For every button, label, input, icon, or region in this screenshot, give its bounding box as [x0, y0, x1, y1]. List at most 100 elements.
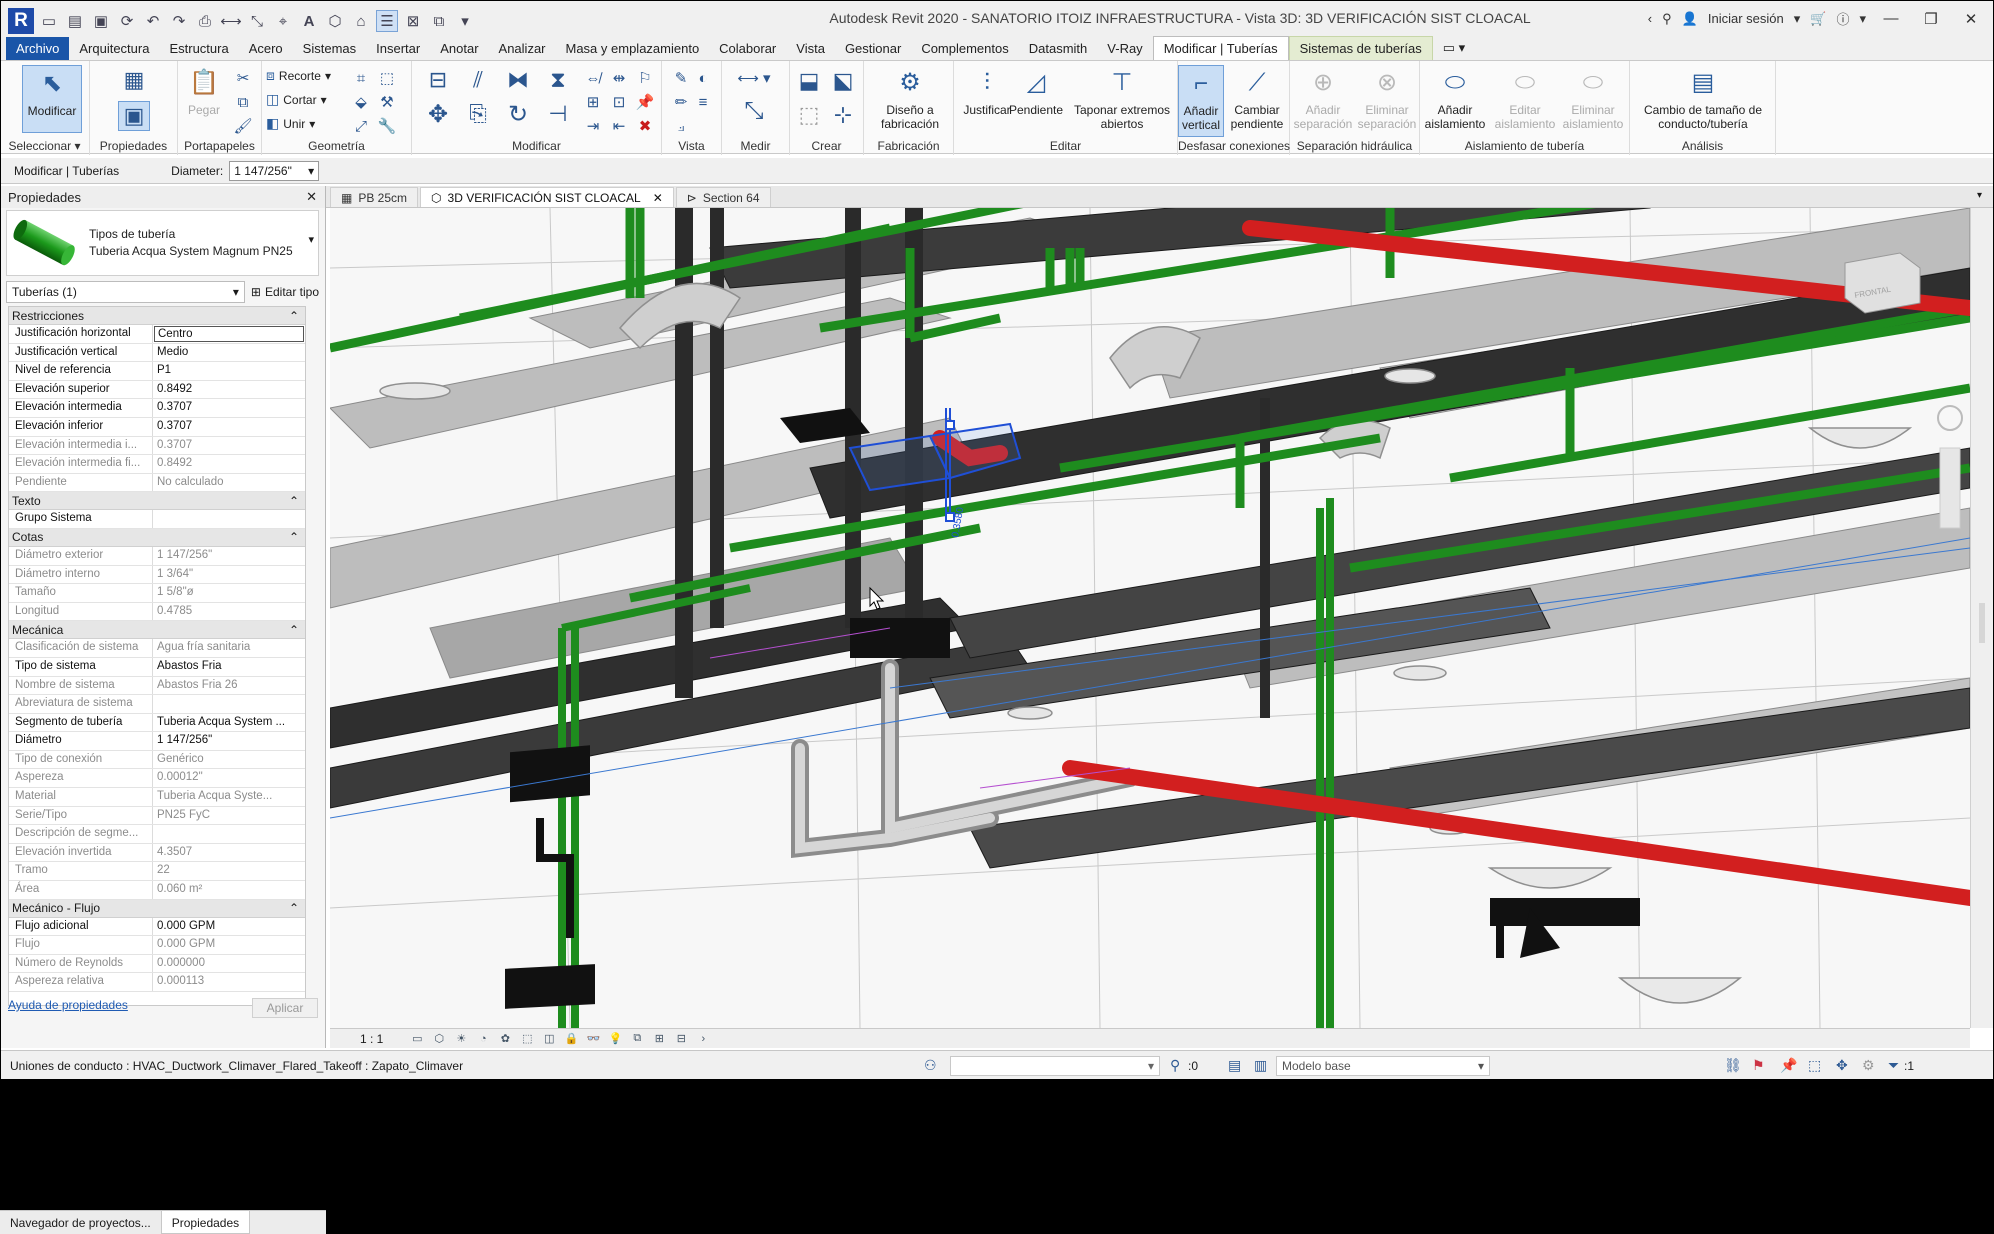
dimension-icon[interactable]: ⤡ — [246, 10, 268, 32]
property-value[interactable]: P1 — [153, 362, 305, 380]
property-value[interactable]: Tuberia Acqua System ... — [153, 714, 305, 732]
tab-archivo[interactable]: Archivo — [6, 36, 70, 60]
binoculars-icon[interactable]: ⚲ — [1662, 11, 1672, 27]
panel-label-seleccionar[interactable]: Seleccionar ▾ — [0, 139, 89, 153]
detail-level-icon[interactable]: ▭ — [409, 1032, 425, 1046]
tab-modificar-tuberias[interactable]: Modificar | Tuberías — [1152, 36, 1289, 60]
copy-element-icon[interactable]: ⎘ — [462, 99, 494, 129]
close-icon[interactable]: ✕ — [306, 189, 317, 205]
anadir-aislamiento-button[interactable]: ⬭ Añadir aislamiento — [1422, 65, 1488, 132]
restore-button[interactable]: ❐ — [1916, 10, 1946, 28]
property-group-header[interactable]: Mecánica ⌃ — [9, 621, 305, 640]
select-links-icon[interactable]: ⛓ — [1724, 1057, 1742, 1074]
pin-icon[interactable]: 📌 — [634, 91, 656, 113]
unpin-icon[interactable]: ⚐ — [634, 67, 656, 89]
properties-icon[interactable]: ▦ — [118, 65, 150, 95]
select-pinned-icon[interactable]: 📌 — [1780, 1057, 1797, 1074]
sun-path-icon[interactable]: ☀ — [453, 1032, 469, 1046]
mirror-axis-icon[interactable]: ⧓ — [502, 65, 534, 95]
tab-datasmith[interactable]: Datasmith — [1019, 37, 1098, 60]
copy-icon[interactable]: ⧉ — [232, 91, 254, 113]
3d-viewport[interactable]: FRONTAL 0.3580 — [330, 208, 1970, 1028]
offset-icon[interactable]: ⫽ — [462, 65, 494, 95]
match-type-icon[interactable]: 🖌 — [232, 115, 254, 137]
tab-properties[interactable]: Propiedades — [160, 1211, 251, 1234]
tab-anotar[interactable]: Anotar — [430, 37, 488, 60]
view-controls-more-icon[interactable]: › — [695, 1032, 711, 1046]
analytical-model-icon[interactable]: ⊞ — [651, 1032, 667, 1046]
view-scale[interactable]: 1 : 1 — [360, 1032, 383, 1046]
property-group-header[interactable]: Texto ⌃ — [9, 492, 305, 511]
hide-icon[interactable]: ◐ — [692, 67, 714, 89]
cart-icon[interactable]: 🛒 — [1810, 11, 1826, 27]
aligned-dimension-icon[interactable]: ⤡ — [736, 95, 772, 127]
help-icon[interactable]: ⓘ — [1836, 9, 1849, 28]
tab-vista[interactable]: Vista — [786, 37, 835, 60]
cambiar-pendiente-button[interactable]: ⟋ Cambiar pendiente — [1226, 65, 1288, 132]
chevron-down-icon[interactable]: ▾ — [1859, 11, 1866, 27]
chevron-down-icon[interactable]: ▾ — [1794, 11, 1801, 27]
measure-icon[interactable]: ⟷ — [220, 10, 242, 32]
create-group-icon[interactable]: ⬚ — [794, 101, 824, 129]
sync-icon[interactable]: ⟳ — [116, 10, 138, 32]
minimize-button[interactable]: — — [1876, 10, 1906, 27]
wrench-icon[interactable]: 🔧 — [376, 115, 398, 137]
new-file-icon[interactable]: ▭ — [38, 10, 60, 32]
mirror-draw-icon[interactable]: ⧗ — [542, 65, 574, 95]
text-icon[interactable]: A — [298, 10, 320, 32]
switch-windows-icon[interactable]: ⧉ — [428, 10, 450, 32]
property-value[interactable]: Centro — [154, 326, 304, 342]
properties-help-link[interactable]: Ayuda de propiedades — [8, 998, 128, 1018]
split-gap-icon[interactable]: ⇹ — [608, 67, 630, 89]
crop-view-icon[interactable]: ⬚ — [519, 1032, 535, 1046]
tab-insertar[interactable]: Insertar — [366, 37, 430, 60]
editar-aislamiento-button[interactable]: ⬭ Editar aislamiento — [1492, 65, 1558, 132]
modificar-button[interactable]: ⬉ Modificar — [22, 65, 82, 133]
tab-project-browser[interactable]: Navegador de proyectos... — [0, 1211, 161, 1234]
active-workset-select[interactable]: ▾ — [950, 1056, 1160, 1076]
type-properties-icon[interactable]: ▣ — [118, 101, 150, 131]
close-button[interactable]: ✕ — [1956, 10, 1986, 28]
cut-icon[interactable]: ✂ — [232, 67, 254, 89]
trim-icon[interactable]: ⊣ — [542, 99, 574, 129]
chevron-down-icon[interactable]: ▾ — [308, 233, 314, 246]
property-value[interactable]: 0.000 GPM — [153, 918, 305, 936]
split-element-icon[interactable]: ⇎ — [582, 67, 604, 89]
align-icon[interactable]: ⊟ — [422, 65, 454, 95]
property-value[interactable] — [153, 510, 305, 528]
drag-on-selection-icon[interactable]: ✥ — [1836, 1057, 1848, 1074]
property-value[interactable]: 0.3707 — [153, 399, 305, 417]
trim-extend-icon[interactable]: ⇥ — [582, 115, 604, 137]
array-icon[interactable]: ⊞ — [582, 91, 604, 113]
eliminar-separacion-button[interactable]: ⊗ Eliminar separación — [1356, 65, 1418, 132]
property-value[interactable]: Abastos Fria — [153, 658, 305, 676]
cambio-tamano-button[interactable]: ▤ Cambio de tamaño de conducto/tubería — [1634, 65, 1772, 132]
filter-icon[interactable]: ⏷ — [1888, 1057, 1899, 1074]
background-process-icon[interactable]: ⚙ — [1862, 1057, 1875, 1074]
property-value[interactable]: Medio — [153, 344, 305, 362]
temporary-hide-icon[interactable]: 👓 — [585, 1032, 601, 1046]
demolish-icon[interactable]: ⚒ — [376, 91, 398, 113]
split-face-icon[interactable]: ⬚ — [376, 67, 398, 89]
undo-icon[interactable]: ↶ — [142, 10, 164, 32]
eliminar-aislamiento-button[interactable]: ⬭ Eliminar aislamiento — [1560, 65, 1626, 132]
section-icon[interactable]: ⌂ — [350, 10, 372, 32]
tag-icon[interactable]: ⌖ — [272, 10, 294, 32]
create-parts-icon[interactable]: ⬕ — [828, 67, 858, 95]
apply-button[interactable]: Aplicar — [252, 998, 318, 1018]
diameter-select[interactable]: 1 147/256" ▾ — [229, 160, 320, 181]
tab-colaborar[interactable]: Colaborar — [709, 37, 786, 60]
anadir-separacion-button[interactable]: ⊕ Añadir separación — [1292, 65, 1354, 132]
override-graphics-icon[interactable]: ✎ — [670, 67, 692, 89]
diseno-fabricacion-button[interactable]: ⚙ Diseño a fabricación — [876, 65, 944, 132]
scale-icon[interactable]: ⊡ — [608, 91, 630, 113]
lines-icon[interactable]: ≡ — [692, 91, 714, 113]
pendiente-button[interactable]: ◿ Pendiente — [1004, 65, 1068, 118]
extend-multiple-icon[interactable]: ⇤ — [608, 115, 630, 137]
property-group-header[interactable]: Restricciones ⌃ — [9, 307, 305, 325]
instance-filter-select[interactable]: Tuberías (1) ▾ — [6, 281, 245, 303]
recorte-button[interactable]: ⧈ Recorte ▾ — [266, 67, 331, 84]
pick-icon[interactable]: ⤢ — [350, 115, 372, 137]
create-similar-icon[interactable]: ⊹ — [828, 101, 858, 129]
show-crop-icon[interactable]: ◫ — [541, 1032, 557, 1046]
